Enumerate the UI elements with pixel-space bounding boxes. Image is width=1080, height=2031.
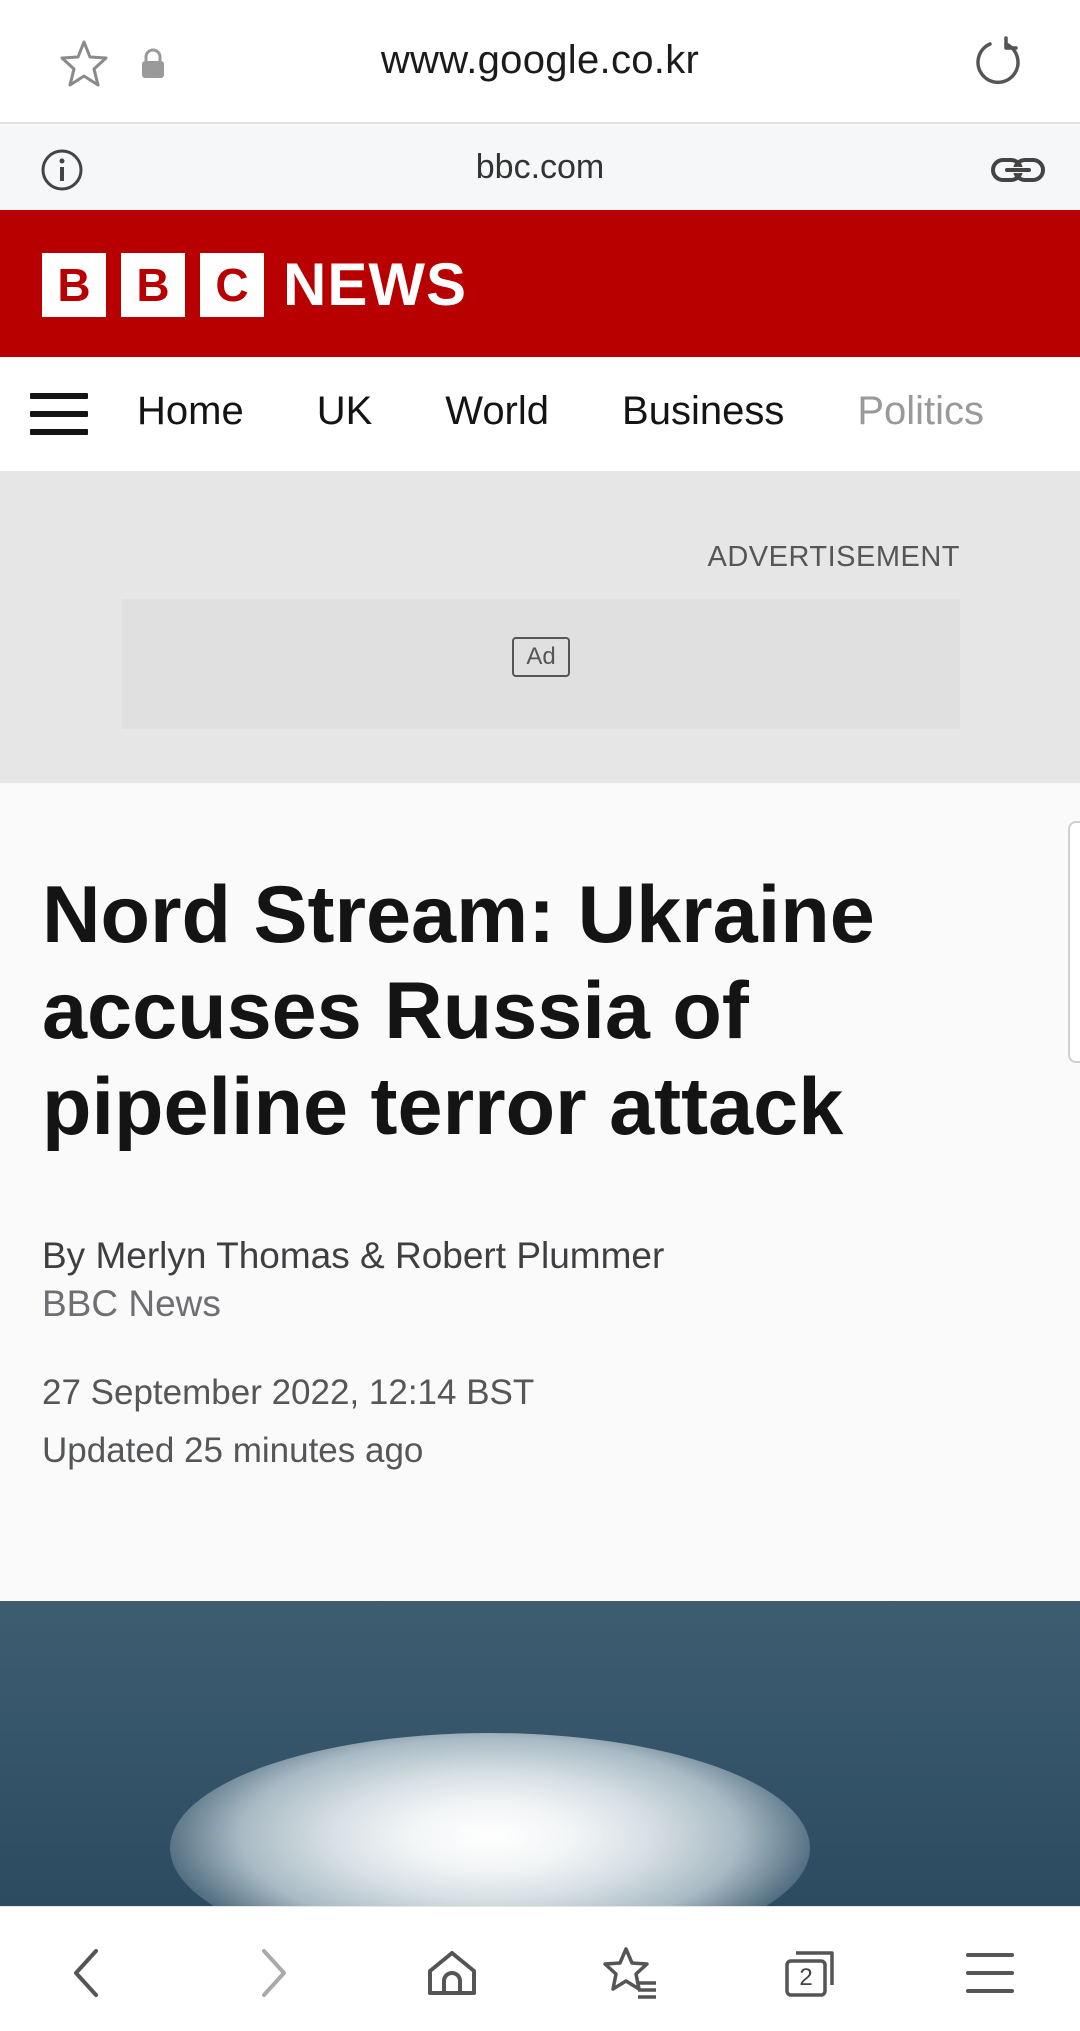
advertisement-block: ADVERTISEMENT Ad (0, 471, 1080, 783)
browser-page: www.google.co.kr bbc.com B B C NEWS Home… (0, 0, 1080, 2031)
link-icon[interactable] (990, 150, 1046, 190)
article-organization: BBC News (42, 1283, 221, 1324)
article-header: Nord Stream: Ukraine accuses Russia of p… (0, 783, 1080, 1601)
logo-word-news: NEWS (283, 251, 467, 318)
tabs-icon[interactable]: 2 (782, 1945, 838, 2001)
article-hero-image[interactable] (0, 1601, 1080, 1906)
url-bar: www.google.co.kr (0, 0, 1080, 124)
tab-count: 2 (799, 1964, 813, 1991)
sea-foam-image-detail (170, 1733, 810, 1906)
bbc-news-logo[interactable]: B B C NEWS (42, 250, 467, 319)
nav-item-politics[interactable]: Politics (857, 389, 984, 434)
article-date: 27 September 2022, 12:14 BST (42, 1373, 535, 1412)
nav-item-uk[interactable]: UK (317, 389, 373, 434)
logo-letter-b2: B (121, 252, 185, 317)
reload-icon[interactable] (972, 36, 1024, 88)
back-icon[interactable] (60, 1945, 116, 2001)
hamburger-menu-icon[interactable] (30, 393, 88, 435)
scroll-handle[interactable] (1068, 821, 1080, 1063)
bbc-news-header: B B C NEWS (0, 210, 1080, 357)
ad-badge: Ad (512, 637, 570, 677)
site-info-bar: bbc.com (0, 126, 1080, 210)
nav-item-home[interactable]: Home (137, 389, 244, 434)
menu-icon[interactable] (962, 1945, 1018, 2001)
site-domain: bbc.com (475, 148, 605, 186)
browser-bottom-toolbar: 2 (0, 1906, 1080, 2031)
nav-item-business[interactable]: Business (622, 389, 784, 434)
nav-items: Home UK World Business Politics (137, 389, 1057, 434)
forward-icon[interactable] (244, 1945, 300, 2001)
url-text[interactable]: www.google.co.kr (0, 38, 1080, 83)
bookmarks-icon[interactable] (602, 1945, 658, 2001)
article-headline: Nord Stream: Ukraine accuses Russia of p… (42, 870, 875, 1152)
nav-item-world[interactable]: World (445, 389, 549, 434)
section-nav: Home UK World Business Politics (0, 357, 1080, 471)
home-icon[interactable] (424, 1945, 480, 2001)
advertisement-label: ADVERTISEMENT (707, 541, 960, 573)
logo-letter-b1: B (42, 252, 106, 317)
ad-slot[interactable]: Ad (122, 599, 960, 729)
article-byline: By Merlyn Thomas & Robert Plummer (42, 1235, 665, 1276)
article-updated: Updated 25 minutes ago (42, 1431, 424, 1470)
logo-letter-c: C (200, 252, 264, 317)
